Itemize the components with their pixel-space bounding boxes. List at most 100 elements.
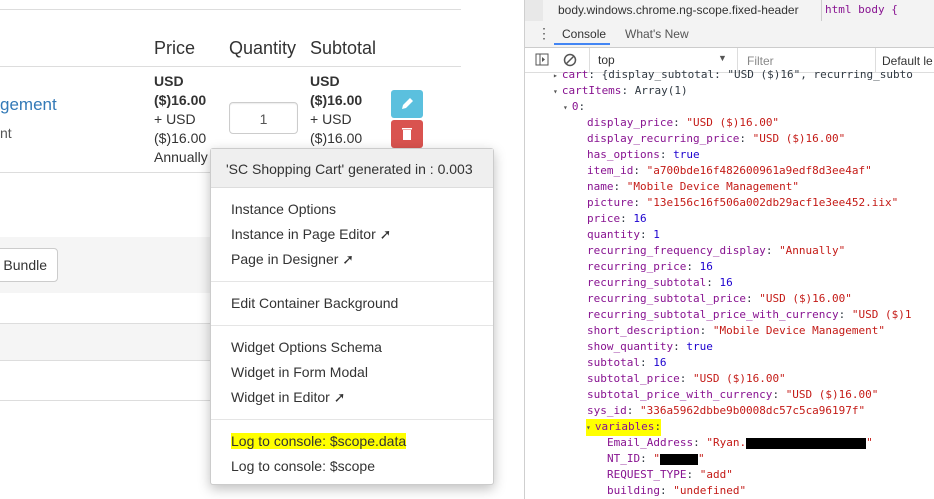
menu-item-page-designer[interactable]: Page in Designer ➚ xyxy=(231,251,354,268)
edit-item-button[interactable] xyxy=(391,90,423,118)
drawer-menu-icon[interactable]: ⋮ xyxy=(537,25,551,42)
property-key: subtotal_price_with_currency xyxy=(587,388,773,401)
property-separator: : xyxy=(686,468,700,481)
console-object-line: display_price: "USD ($)16.00" xyxy=(587,115,779,131)
divider xyxy=(0,66,461,67)
menu-item-instance-options[interactable]: Instance Options xyxy=(231,201,336,217)
collapse-triangle-icon[interactable]: ▸ xyxy=(553,71,558,80)
log-scope-data-label: Log to console: $scope.data xyxy=(231,433,407,449)
breadcrumb-left-arrow[interactable] xyxy=(525,0,543,21)
clear-console-icon[interactable] xyxy=(563,53,577,67)
property-key: show_quantity xyxy=(587,340,674,353)
property-key: recurring_subtotal xyxy=(587,276,707,289)
console-object-line: quantity: 1 xyxy=(587,227,660,243)
property-value: "13e156c16f506a002db29acf1e3ee452.iix" xyxy=(646,196,899,209)
log-levels-dropdown[interactable]: Default le xyxy=(882,54,933,68)
property-separator: : xyxy=(679,372,693,385)
property-value: "Mobile Device Management" xyxy=(712,324,886,337)
property-key: subtotal xyxy=(587,356,640,369)
property-key: price xyxy=(587,212,621,225)
console-object-line: building: "undefined" xyxy=(607,483,746,499)
quantity-input[interactable]: 1 xyxy=(229,102,298,134)
menu-item-widget-options-schema[interactable]: Widget Options Schema xyxy=(231,339,382,355)
property-value: "a700bde16f482600961a9edf8d3ee4af" xyxy=(646,164,872,177)
price-header: Price xyxy=(154,38,196,58)
context-selector[interactable]: top xyxy=(598,53,615,67)
property-separator: : xyxy=(706,276,720,289)
expand-triangle-icon[interactable]: ▾ xyxy=(553,87,558,96)
property-separator: : xyxy=(640,452,654,465)
menu-divider xyxy=(211,325,493,326)
property-key: subtotal_price xyxy=(587,372,680,385)
console-object-line: subtotal_price: "USD ($)16.00" xyxy=(587,371,786,387)
property-value: "USD ($)16.00" xyxy=(686,116,780,129)
console-object-line[interactable]: ▾ 0: xyxy=(563,99,585,116)
property-value-tail: " xyxy=(698,452,705,465)
menu-item-widget-form-modal[interactable]: Widget in Form Modal xyxy=(231,364,368,380)
console-object-line: subtotal_price_with_currency: "USD ($)16… xyxy=(587,387,878,403)
divider xyxy=(0,172,210,173)
console-object-line[interactable]: ▾ cartItems: Array(1) xyxy=(553,83,688,100)
console-object-line: show_quantity: true xyxy=(587,339,713,355)
item-price: USD ($)16.00 + USD ($)16.00 Annually xyxy=(154,72,208,167)
property-value: "USD ($)16.00" xyxy=(692,372,786,385)
property-value: 16 xyxy=(633,212,647,225)
property-value: "USD ($)1 xyxy=(851,308,912,321)
property-key: cartItems xyxy=(561,84,622,97)
tab-whats-new[interactable]: What's New xyxy=(625,27,689,41)
property-value: 1 xyxy=(653,228,660,241)
console-object-line: REQUEST_TYPE: "add" xyxy=(607,467,733,483)
property-key: building xyxy=(607,484,660,497)
menu-item-instance-page-editor[interactable]: Instance in Page Editor ➚ xyxy=(231,226,391,243)
tab-console[interactable]: Console xyxy=(562,27,606,41)
console-object-line: recurring_subtotal_price_with_currency: … xyxy=(587,307,912,323)
subtotal-currency: USD xyxy=(310,73,340,89)
styles-rule: html body { xyxy=(825,3,898,16)
console-object-line: subtotal: 16 xyxy=(587,355,666,371)
price-frequency: Annually xyxy=(154,149,208,165)
property-value: 16 xyxy=(719,276,733,289)
elements-breadcrumb: body.windows.chrome.ng-scope.fixed-heade… xyxy=(525,0,934,22)
property-key: item_id xyxy=(587,164,634,177)
property-key: Email_Address xyxy=(607,436,694,449)
console-object-line: item_id: "a700bde16f482600961a9edf8d3ee4… xyxy=(587,163,872,179)
subtotal-amount: ($)16.00 xyxy=(310,92,363,108)
filter-input[interactable]: Filter xyxy=(747,54,774,68)
console-object-line: name: "Mobile Device Management" xyxy=(587,179,799,195)
expand-triangle-icon[interactable]: ▾ xyxy=(563,103,568,112)
console-object-line[interactable]: ▸ cart: {display_subtotal: "USD ($)16", r… xyxy=(553,67,913,84)
console-object-line: price: 16 xyxy=(587,211,647,227)
property-value: "USD ($)16.00" xyxy=(759,292,852,305)
price-recurring-currency: + USD xyxy=(154,111,196,127)
delete-item-button[interactable] xyxy=(391,120,423,148)
breadcrumb-path[interactable]: body.windows.chrome.ng-scope.fixed-heade… xyxy=(558,3,799,17)
quantity-header: Quantity xyxy=(229,38,297,58)
property-value: " xyxy=(653,452,660,465)
context-dropdown-icon[interactable]: ▼ xyxy=(718,53,727,63)
expand-triangle-icon[interactable]: ▾ xyxy=(586,423,591,432)
menu-item-log-scope[interactable]: Log to console: $scope xyxy=(231,458,375,474)
property-value: true xyxy=(673,148,700,161)
property-separator: : xyxy=(621,84,635,97)
item-description: nt xyxy=(0,125,12,141)
console-object-key-highlighted[interactable]: ▾ variables: xyxy=(586,419,662,436)
property-separator: : xyxy=(578,100,586,113)
price-currency: USD xyxy=(154,73,184,89)
sidebar-toggle-icon[interactable] xyxy=(535,53,549,66)
console-object-line: display_recurring_price: "USD ($)16.00" xyxy=(587,131,845,147)
redaction-bar xyxy=(746,437,867,449)
console-object-line: recurring_price: 16 xyxy=(587,259,713,275)
menu-item-log-scope-data[interactable]: Log to console: $scope.data xyxy=(231,433,407,449)
item-name-link[interactable]: gement xyxy=(0,95,57,115)
property-separator: : xyxy=(633,196,647,209)
property-separator: : xyxy=(838,308,852,321)
property-separator: : xyxy=(739,132,753,145)
drawer-tabs: ⋮ Console What's New xyxy=(525,21,934,48)
menu-item-widget-editor[interactable]: Widget in Editor ➚ xyxy=(231,389,345,406)
menu-item-edit-container-bg[interactable]: Edit Container Background xyxy=(231,295,398,311)
subtotal-header: Subtotal xyxy=(310,38,377,58)
property-key: recurring_subtotal_price xyxy=(587,292,746,305)
property-separator: : xyxy=(673,340,687,353)
property-value: "USD ($)16.00" xyxy=(752,132,846,145)
bundle-button[interactable]: Bundle xyxy=(0,248,58,282)
